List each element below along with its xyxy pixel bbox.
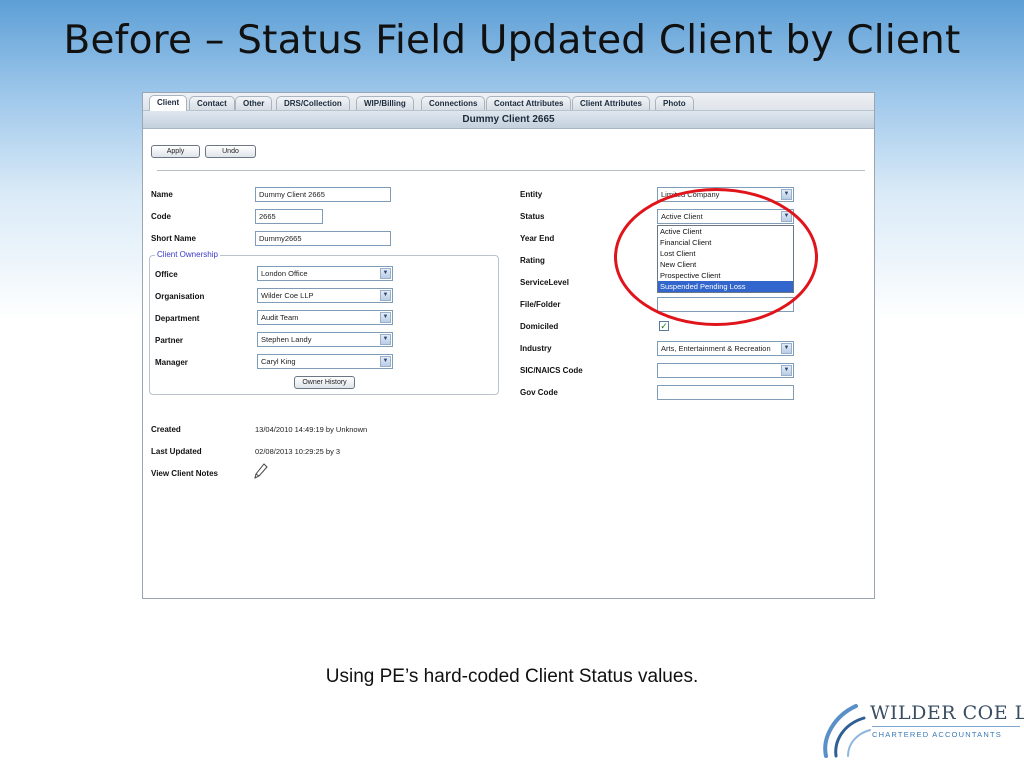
status-select[interactable]: Active Client ▼ — [657, 209, 794, 224]
year-end-label: Year End — [520, 234, 555, 243]
swoosh-logo-icon — [823, 704, 871, 758]
chevron-down-icon[interactable]: ▼ — [781, 343, 792, 354]
entity-value: Limited Company — [661, 190, 720, 199]
chevron-down-icon[interactable]: ▼ — [781, 211, 792, 222]
status-label: Status — [520, 212, 545, 221]
tab-contact[interactable]: Contact — [189, 96, 235, 110]
company-logo: WILDER COE LLP CHARTERED ACCOUNTANTS — [818, 690, 1024, 768]
tab-client-attributes[interactable]: Client Attributes — [572, 96, 650, 110]
toolbar-divider — [157, 170, 865, 171]
organisation-label: Organisation — [155, 292, 205, 301]
department-label: Department — [155, 314, 200, 323]
industry-value: Arts, Entertainment & Recreation — [661, 344, 771, 353]
chevron-down-icon[interactable]: ▼ — [781, 365, 792, 376]
logo-divider — [872, 726, 1020, 727]
sic-naics-label: SIC/NAICS Code — [520, 366, 583, 375]
apply-button[interactable]: Apply — [151, 145, 200, 158]
status-value: Active Client — [661, 212, 703, 221]
tab-client[interactable]: Client — [149, 95, 188, 111]
entity-label: Entity — [520, 190, 543, 199]
chevron-down-icon[interactable]: ▼ — [781, 189, 792, 200]
organisation-value: Wilder Coe LLP — [261, 291, 314, 300]
partner-label: Partner — [155, 336, 184, 345]
chevron-down-icon[interactable]: ▼ — [380, 268, 391, 279]
domiciled-label: Domiciled — [520, 322, 559, 331]
chevron-down-icon[interactable]: ▼ — [380, 290, 391, 301]
pencil-icon[interactable] — [254, 463, 268, 484]
tab-wip-billing[interactable]: WIP/Billing — [356, 96, 414, 110]
name-field[interactable]: Dummy Client 2665 — [255, 187, 391, 202]
chevron-down-icon[interactable]: ▼ — [380, 356, 391, 367]
office-label: Office — [155, 270, 178, 279]
client-ownership-legend: Client Ownership — [155, 250, 220, 260]
code-field[interactable]: 2665 — [255, 209, 323, 224]
status-option[interactable]: Active Client — [658, 226, 793, 237]
status-option[interactable]: New Client — [658, 259, 793, 270]
manager-label: Manager — [155, 358, 188, 367]
manager-select[interactable]: Caryl King ▼ — [257, 354, 393, 369]
pencil-icon-graphic — [254, 463, 268, 479]
gov-code-field[interactable] — [657, 385, 794, 400]
entity-select[interactable]: Limited Company ▼ — [657, 187, 794, 202]
manager-value: Caryl King — [261, 357, 296, 366]
industry-label: Industry — [520, 344, 552, 353]
status-option-selected[interactable]: Suspended Pending Loss — [658, 281, 793, 292]
tab-contact-attributes[interactable]: Contact Attributes — [486, 96, 572, 110]
last-updated-value: 02/08/2013 10:29:25 by 3 — [255, 447, 341, 456]
department-select[interactable]: Audit Team ▼ — [257, 310, 393, 325]
owner-history-button[interactable]: Owner History — [294, 376, 355, 389]
code-label: Code — [151, 212, 171, 221]
rating-label: Rating — [520, 256, 545, 265]
client-name-header: Dummy Client 2665 — [143, 111, 874, 129]
file-folder-label: File/Folder — [520, 300, 561, 309]
logo-tagline: CHARTERED ACCOUNTANTS — [872, 730, 1002, 739]
sic-naics-select[interactable]: ▼ — [657, 363, 794, 378]
tab-connections[interactable]: Connections — [421, 96, 486, 110]
slide-caption: Using PE’s hard-coded Client Status valu… — [325, 666, 699, 687]
logo-company-name: WILDER COE LLP — [870, 702, 1024, 724]
slide-title: Before – Status Field Updated Client by … — [63, 18, 961, 63]
undo-button[interactable]: Undo — [205, 145, 256, 158]
partner-select[interactable]: Stephen Landy ▼ — [257, 332, 393, 347]
organisation-select[interactable]: Wilder Coe LLP ▼ — [257, 288, 393, 303]
name-label: Name — [151, 190, 173, 199]
chevron-down-icon[interactable]: ▼ — [380, 312, 391, 323]
view-client-notes-label: View Client Notes — [151, 469, 218, 478]
partner-value: Stephen Landy — [261, 335, 312, 344]
status-dropdown-list: Active Client Financial Client Lost Clie… — [657, 225, 794, 293]
office-select[interactable]: London Office ▼ — [257, 266, 393, 281]
industry-select[interactable]: Arts, Entertainment & Recreation ▼ — [657, 341, 794, 356]
file-folder-field[interactable] — [657, 297, 794, 312]
status-option[interactable]: Financial Client — [658, 237, 793, 248]
domiciled-checkbox[interactable]: ✓ — [659, 321, 669, 331]
department-value: Audit Team — [261, 313, 299, 322]
tab-other[interactable]: Other — [235, 96, 273, 110]
tab-photo[interactable]: Photo — [655, 96, 694, 110]
last-updated-label: Last Updated — [151, 447, 202, 456]
service-level-label: ServiceLevel — [520, 278, 569, 287]
tab-bar: Client Contact Other DRS/Collection WIP/… — [143, 93, 874, 111]
office-value: London Office — [261, 269, 308, 278]
short-name-label: Short Name — [151, 234, 196, 243]
short-name-field[interactable]: Dummy2665 — [255, 231, 391, 246]
chevron-down-icon[interactable]: ▼ — [380, 334, 391, 345]
created-label: Created — [151, 425, 181, 434]
gov-code-label: Gov Code — [520, 388, 558, 397]
status-option[interactable]: Lost Client — [658, 248, 793, 259]
tab-drs-collection[interactable]: DRS/Collection — [276, 96, 350, 110]
status-option[interactable]: Prospective Client — [658, 270, 793, 281]
created-value: 13/04/2010 14:49:19 by Unknown — [255, 425, 368, 434]
client-record-window: Client Contact Other DRS/Collection WIP/… — [142, 92, 875, 599]
